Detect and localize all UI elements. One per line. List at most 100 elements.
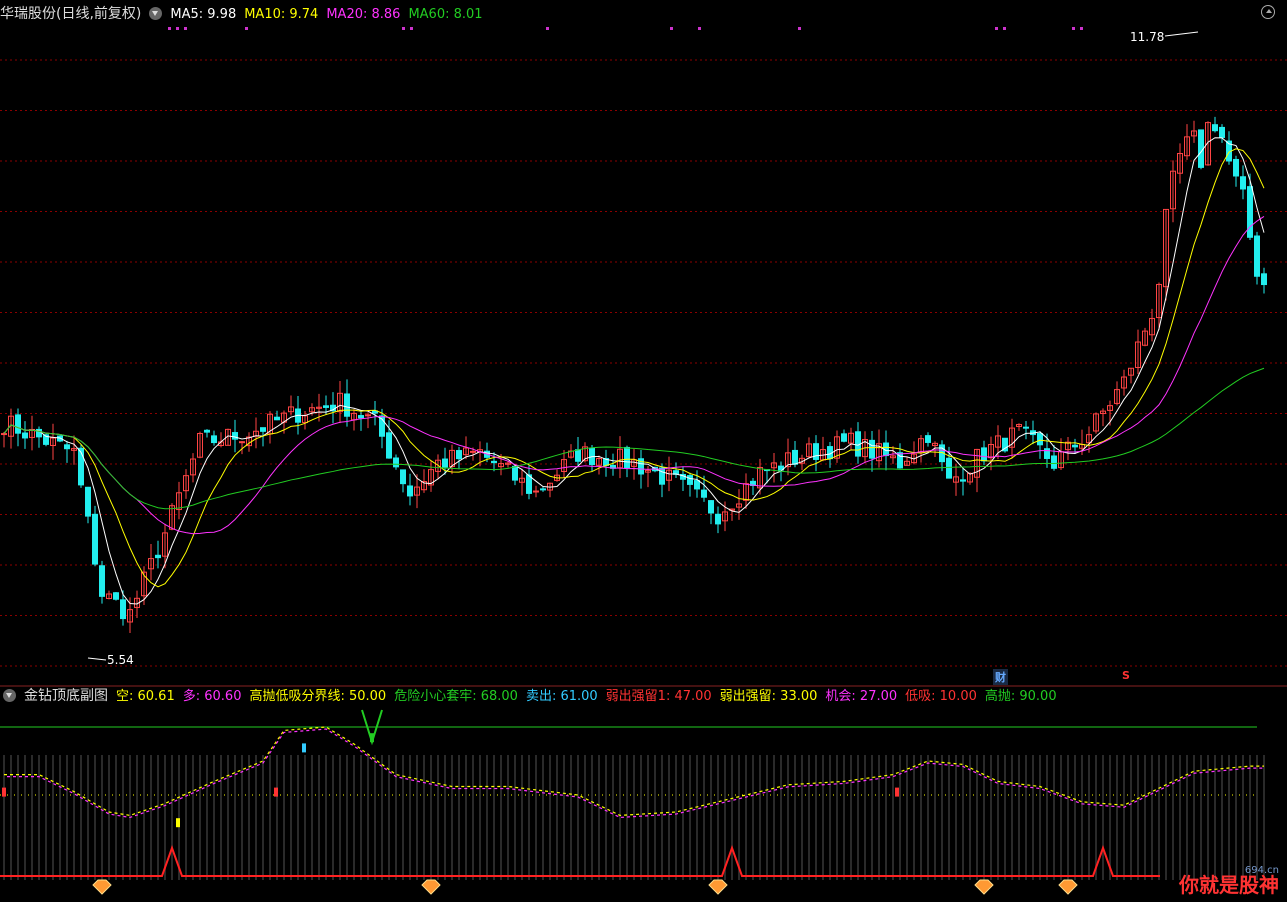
candle-down: [925, 435, 931, 443]
candle-down: [344, 393, 350, 417]
candle-down: [211, 435, 217, 444]
indicator-legend-item: 卖出: 61.00: [525, 689, 598, 704]
candle-down: [981, 447, 987, 462]
event-cai-marker[interactable]: 财: [993, 669, 1008, 685]
signal-dot: [1080, 27, 1083, 30]
signal-tick: [176, 818, 180, 828]
ma-legend-item: MA20: 8.86: [326, 7, 401, 22]
signal-dot: [410, 27, 413, 30]
candle-down: [869, 439, 875, 459]
indicator-legend-item: 危险小心套牢: 68.00: [394, 689, 518, 704]
candle-down: [1037, 433, 1043, 446]
ma-legend-item: MA5: 9.98: [170, 7, 237, 22]
watermark-logo: 你就是股神: [1179, 873, 1279, 897]
candle-down: [1247, 186, 1253, 238]
candle-down: [323, 405, 329, 408]
candle-down: [1023, 426, 1029, 429]
candle-down: [1198, 129, 1204, 168]
candle-up: [239, 441, 245, 444]
signal-dot: [798, 27, 801, 30]
diamond-icon: [708, 879, 728, 895]
signal-dot: [698, 27, 701, 30]
candle-down: [659, 467, 665, 485]
signal-dot: [402, 27, 405, 30]
diamond-icon: [92, 879, 112, 895]
diamond-icon: [421, 879, 441, 895]
indicator-name: 金钻顶底副图: [24, 688, 108, 704]
signal-dot: [184, 27, 187, 30]
low-pointer: [87, 657, 107, 661]
candle-down: [15, 414, 21, 434]
low-buy-signal-line: [0, 845, 1160, 877]
signal-tick: [895, 787, 899, 797]
candle-down: [113, 592, 119, 600]
ma20-line: [3, 216, 1265, 535]
candle-down: [575, 449, 581, 462]
candle-down: [792, 449, 798, 465]
candle-up: [470, 450, 476, 453]
indicator-legend-item: 低吸: 10.00: [905, 689, 977, 704]
candle-down: [442, 458, 448, 468]
candle-down: [624, 446, 630, 469]
settings-dropdown-icon[interactable]: [149, 7, 163, 20]
indicator-dropdown-icon[interactable]: [3, 689, 16, 702]
candle-down: [1051, 455, 1057, 469]
candle-down: [694, 480, 700, 490]
candle-down: [22, 432, 28, 439]
candle-down: [491, 460, 497, 464]
candle-down: [1219, 126, 1225, 138]
candle-down: [1233, 158, 1239, 177]
candle-up: [365, 414, 371, 417]
candle-down: [708, 500, 714, 514]
ma10-line: [3, 148, 1265, 588]
event-s-marker[interactable]: S: [1122, 669, 1130, 682]
signal-dot: [1003, 27, 1006, 30]
candle-down: [960, 479, 966, 482]
signal-dot: [1072, 27, 1075, 30]
candle-down: [1261, 273, 1267, 286]
candle-down: [701, 489, 707, 498]
indicator-legend-item: 机会: 27.00: [825, 689, 898, 704]
signal-dot: [670, 27, 673, 30]
candle-down: [512, 465, 518, 481]
candle-down: [946, 457, 952, 479]
candle-down: [78, 447, 84, 486]
candle-down: [687, 475, 693, 485]
signal-tick: [274, 787, 278, 797]
ma60-line: [3, 367, 1265, 510]
candle-down: [1240, 176, 1246, 190]
indicator-legend-item: 弱出强留: 33.00: [719, 689, 818, 704]
candlestick-chart: [0, 27, 1287, 895]
candle-down: [386, 432, 392, 459]
candle-down: [456, 450, 462, 460]
candle-down: [260, 427, 266, 432]
main-header: 华瑞股份(日线,前复权) MA5: 9.98 MA10: 9.74 MA20: 8.8…: [0, 4, 499, 24]
candle-down: [540, 488, 546, 491]
candle-down: [120, 599, 126, 620]
indicator-legend: 空: 60.61 多: 60.60 高抛低吸分界线: 50.00 危险小心套牢: 68…: [116, 689, 1065, 704]
candle-down: [400, 469, 406, 485]
candle-down: [155, 554, 161, 559]
indicator-legend-item: 高抛低吸分界线: 50.00: [249, 689, 387, 704]
candle-down: [358, 415, 364, 419]
candle-down: [99, 565, 105, 597]
signal-tick: [302, 743, 306, 753]
candle-down: [407, 485, 413, 497]
diamond-icon: [974, 879, 994, 895]
ma-legend: MA5: 9.98 MA10: 9.74 MA20: 8.86 MA60: 8.01: [170, 7, 490, 22]
candle-down: [813, 443, 819, 460]
candle-down: [841, 433, 847, 442]
candle-down: [1072, 444, 1078, 448]
candle-down: [64, 444, 70, 450]
candle-down: [715, 513, 721, 525]
indicator-legend-item: 多: 60.60: [182, 689, 242, 704]
indicator-header: 金钻顶底副图 空: 60.61 多: 60.60 高抛低吸分界线: 50.00 危险小心…: [0, 686, 1073, 706]
candle-down: [1212, 124, 1218, 132]
candle-down: [393, 457, 399, 468]
signal-tick: [2, 787, 6, 797]
collapse-icon[interactable]: [1261, 5, 1275, 19]
candle-down: [274, 416, 280, 421]
indicator-legend-item: 高抛: 90.00: [984, 689, 1057, 704]
signal-dot: [168, 27, 171, 30]
stock-title: 华瑞股份(日线,前复权): [0, 6, 142, 22]
